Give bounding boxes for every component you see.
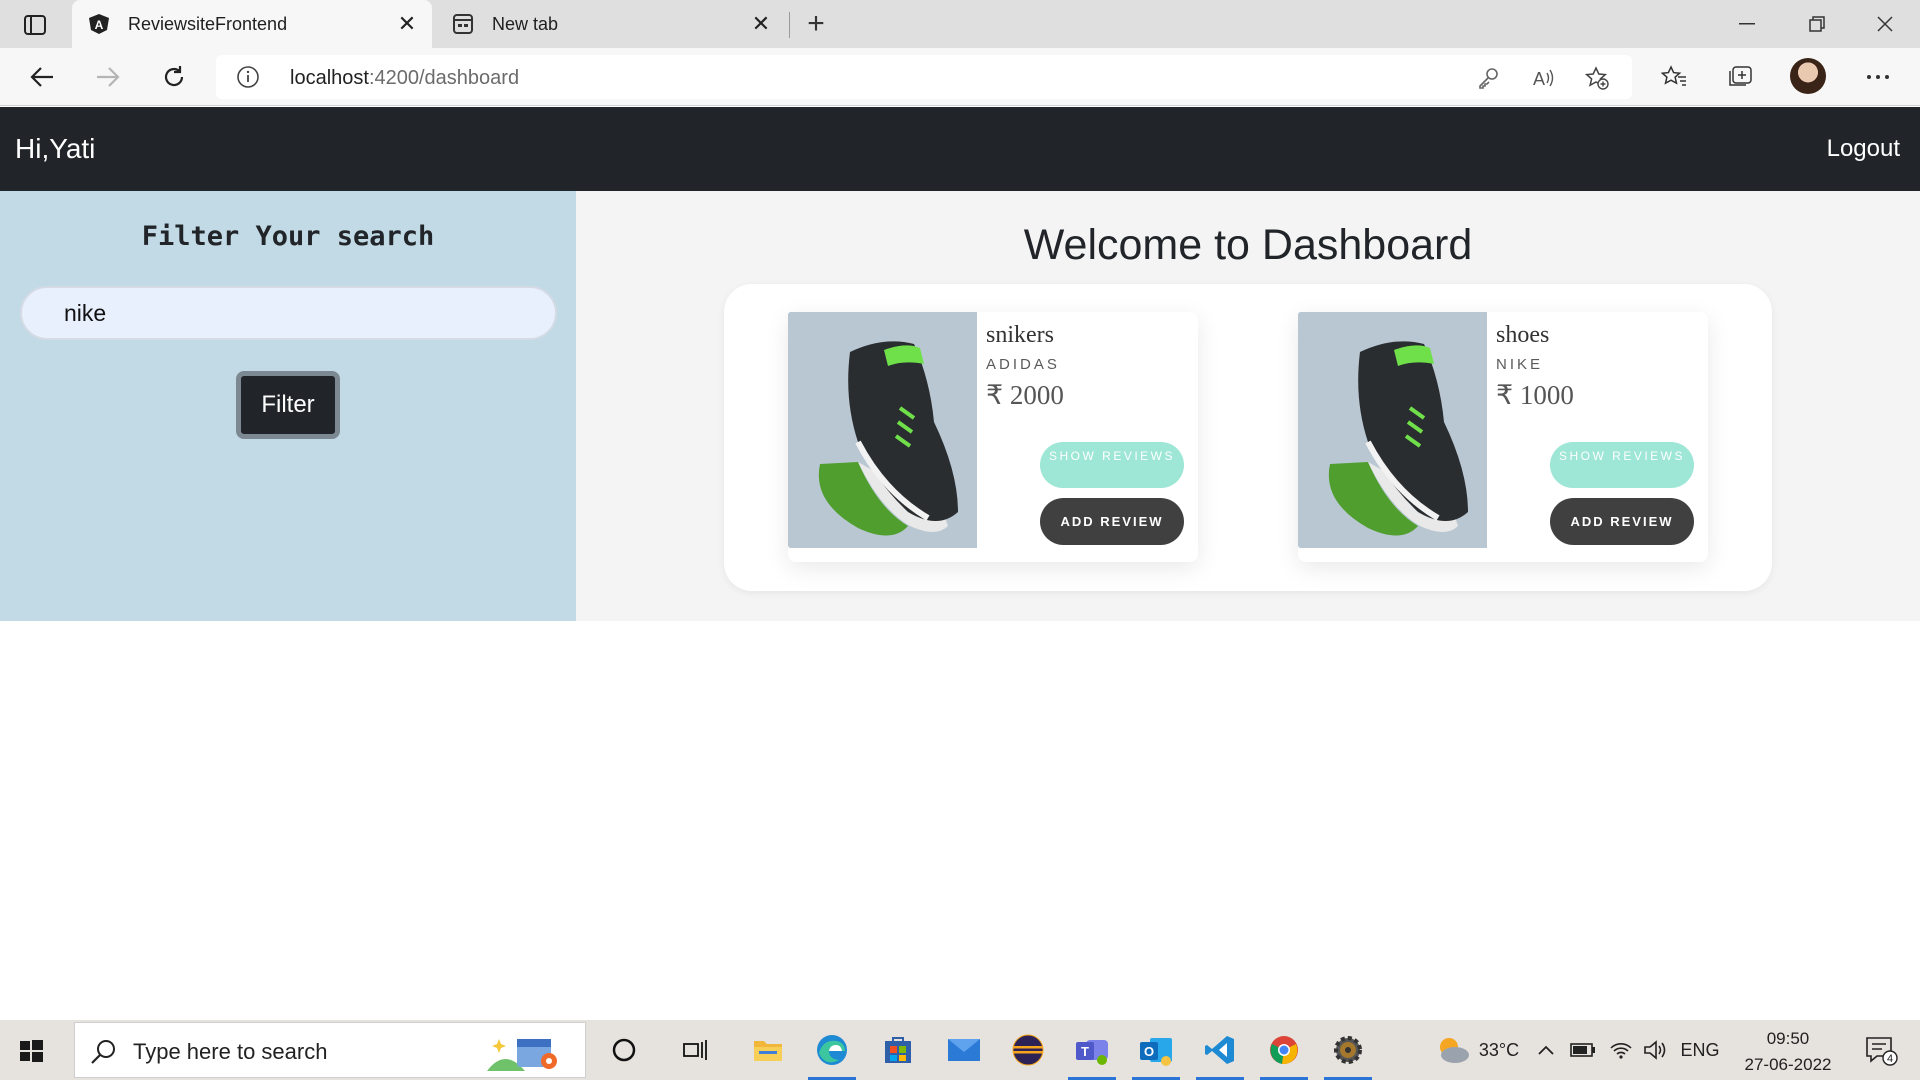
product-brand: NIKE: [1496, 356, 1544, 373]
minimize-icon[interactable]: [1712, 0, 1782, 48]
close-tab-icon[interactable]: ✕: [392, 9, 422, 39]
product-card: shoes NIKE ₹ 1000 SHOW REVIEWS ADD REVIE…: [1298, 312, 1708, 562]
forward-icon[interactable]: [88, 57, 128, 97]
notification-center-icon[interactable]: 4: [1856, 1020, 1906, 1080]
product-card: snikers ADIDAS ₹ 2000 SHOW REVIEWS ADD R…: [788, 312, 1198, 562]
angular-icon: A: [88, 13, 110, 35]
product-price: ₹ 1000: [1496, 380, 1574, 410]
vscode-icon[interactable]: [1192, 1026, 1248, 1080]
add-favorite-icon[interactable]: [1584, 65, 1610, 91]
file-explorer-icon[interactable]: [740, 1026, 796, 1074]
search-highlight-icon: [485, 1031, 565, 1075]
new-tab-page-icon: [452, 13, 474, 35]
wifi-icon[interactable]: [1606, 1020, 1636, 1080]
tab-actions-icon[interactable]: [16, 10, 54, 40]
teams-icon[interactable]: T: [1064, 1026, 1120, 1080]
weather-widget[interactable]: 33°C: [1414, 1020, 1540, 1080]
microsoft-store-icon[interactable]: [870, 1026, 926, 1074]
favorites-icon[interactable]: [1658, 61, 1690, 93]
refresh-icon[interactable]: [154, 57, 194, 97]
product-name: snikers: [986, 322, 1054, 348]
language-indicator[interactable]: ENG: [1676, 1020, 1724, 1080]
weather-cloudy-icon: [1439, 1038, 1469, 1063]
tab-title: ReviewsiteFrontend: [128, 13, 288, 34]
add-review-button[interactable]: ADD REVIEW: [1550, 498, 1694, 545]
read-aloud-icon[interactable]: A: [1530, 65, 1556, 91]
product-image: [788, 312, 977, 548]
product-brand: ADIDAS: [986, 356, 1060, 373]
product-image: [1298, 312, 1487, 548]
filter-search-input[interactable]: [20, 286, 557, 340]
search-icon: [89, 1037, 119, 1067]
url-text: localhost:4200/dashboard: [290, 67, 519, 90]
back-icon[interactable]: [22, 57, 62, 97]
filter-sidebar: Filter Your search Filter: [0, 191, 576, 621]
svg-text:A: A: [95, 18, 104, 32]
task-view-icon[interactable]: [668, 1026, 724, 1074]
url-field[interactable]: localhost:4200/dashboard A: [216, 55, 1632, 99]
user-greeting: Hi,Yati: [15, 133, 96, 164]
add-review-button[interactable]: ADD REVIEW: [1040, 498, 1184, 545]
filter-title: Filter Your search: [141, 221, 435, 252]
dashboard-main: Welcome to Dashboard snikers ADIDAS ₹ 20…: [576, 191, 1920, 621]
edge-browser-icon[interactable]: [804, 1026, 860, 1080]
product-name: shoes: [1496, 322, 1550, 348]
show-reviews-button[interactable]: SHOW REVIEWS: [1040, 442, 1184, 488]
volume-icon[interactable]: [1640, 1020, 1670, 1080]
windows-taskbar: Type here to search T O 33°C ENG 09:50 2…: [0, 1020, 1920, 1080]
logout-link[interactable]: Logout: [1827, 135, 1900, 163]
url-host: localhost: [290, 67, 369, 89]
notification-count: 4: [1887, 1053, 1893, 1065]
settings-gear-icon[interactable]: [1320, 1026, 1376, 1080]
filter-button[interactable]: Filter: [236, 371, 340, 439]
svg-text:A: A: [1533, 69, 1545, 89]
chevron-up-icon[interactable]: [1534, 1020, 1558, 1080]
clock[interactable]: 09:50 27-06-2022: [1732, 1026, 1844, 1078]
clock-date: 27-06-2022: [1744, 1055, 1832, 1074]
url-path: :4200/dashboard: [368, 67, 520, 89]
password-key-icon[interactable]: [1476, 65, 1502, 91]
tab-reviewsite[interactable]: A ReviewsiteFrontend ✕: [72, 0, 432, 48]
tab-new-tab[interactable]: New tab ✕: [436, 0, 786, 48]
windows-start-icon[interactable]: [14, 1034, 48, 1068]
close-window-icon[interactable]: [1850, 0, 1920, 48]
product-price: ₹ 2000: [986, 380, 1064, 410]
tab-title: New tab: [492, 13, 559, 34]
close-tab-icon[interactable]: ✕: [746, 9, 776, 39]
browser-tab-bar: A ReviewsiteFrontend ✕ New tab ✕ +: [0, 0, 1920, 48]
mail-icon[interactable]: [936, 1026, 992, 1074]
outlook-icon[interactable]: O: [1128, 1026, 1184, 1080]
collections-icon[interactable]: [1724, 61, 1756, 93]
new-tab-button[interactable]: +: [800, 7, 832, 40]
svg-text:T: T: [1081, 1044, 1089, 1059]
more-options-icon[interactable]: [1862, 61, 1894, 93]
profile-avatar[interactable]: [1790, 58, 1826, 94]
site-info-icon[interactable]: [236, 65, 260, 89]
page-title: Welcome to Dashboard: [1023, 221, 1473, 269]
temperature: 33°C: [1478, 1039, 1520, 1060]
cortana-icon[interactable]: [596, 1026, 652, 1074]
show-reviews-button[interactable]: SHOW REVIEWS: [1550, 442, 1694, 488]
app-navbar: Hi,Yati Logout: [0, 107, 1920, 191]
battery-icon[interactable]: [1568, 1020, 1598, 1080]
search-placeholder: Type here to search: [133, 1039, 328, 1064]
eclipse-icon[interactable]: [1000, 1026, 1056, 1074]
clock-time: 09:50: [1766, 1029, 1810, 1048]
taskbar-search-box[interactable]: Type here to search: [74, 1022, 586, 1078]
address-toolbar: localhost:4200/dashboard A: [0, 48, 1920, 106]
svg-text:O: O: [1144, 1044, 1154, 1059]
tab-divider: [789, 12, 790, 38]
restore-icon[interactable]: [1782, 0, 1852, 48]
chrome-icon[interactable]: [1256, 1026, 1312, 1080]
